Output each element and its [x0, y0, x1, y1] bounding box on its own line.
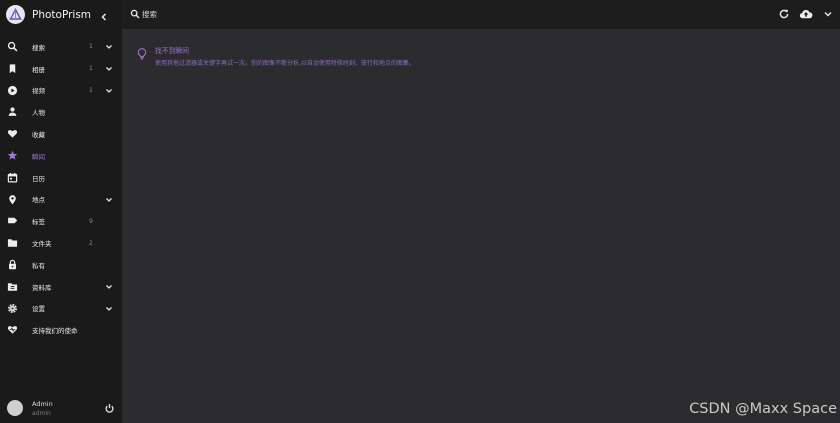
sidebar-item-label: 日历 [32, 174, 45, 183]
power-icon[interactable] [104, 403, 115, 414]
sidebar-item-count: 1 [89, 65, 93, 73]
sidebar-nav: 搜索 1 相册 1 视频 1 人物 收藏 瞬间 日历 地点 标签 9 文件夹 2… [0, 36, 122, 341]
chevron-down-icon[interactable] [105, 283, 113, 291]
watermark: CSDN @Maxx Space [689, 401, 837, 417]
sidebar-item-calendar[interactable]: 日历 [0, 167, 122, 189]
chevron-down-icon[interactable] [105, 65, 113, 73]
refresh-icon[interactable] [778, 8, 790, 20]
sidebar-item-search[interactable]: 搜索 1 [0, 36, 122, 58]
search-input[interactable] [142, 7, 442, 22]
bookmark-icon [9, 64, 16, 73]
sidebar-item-label: 视频 [32, 87, 45, 96]
sidebar-item-label: 收藏 [32, 131, 45, 140]
sidebar-item-label: 资料库 [32, 283, 52, 292]
chevron-down-icon[interactable] [105, 87, 113, 95]
lock-icon [9, 259, 16, 270]
cloud-upload-icon[interactable] [799, 8, 813, 20]
photoprism-logo-icon [6, 5, 25, 24]
sidebar-item-label: 标签 [32, 218, 45, 227]
notice-text: 使用其他过滤器或关键字再试一次。你的图像不断分析,以自动使用特殊时刻、旅行和地点… [155, 60, 415, 67]
play-circle-icon [7, 85, 18, 95]
chevron-down-icon[interactable] [105, 196, 113, 204]
gear-icon [8, 303, 17, 313]
heart-support-icon [7, 326, 18, 334]
chevron-down-icon[interactable] [822, 8, 834, 20]
search-icon [7, 41, 18, 52]
lightbulb-icon [137, 48, 147, 60]
heart-icon [7, 130, 18, 138]
sidebar-item-label: 人物 [32, 109, 45, 118]
chevron-down-icon[interactable] [105, 305, 113, 313]
folder-icon [7, 239, 18, 247]
sidebar-item-count: 2 [89, 239, 93, 247]
sidebar-item-labels[interactable]: 标签 9 [0, 210, 122, 232]
sidebar-item-count: 1 [89, 43, 93, 51]
avatar[interactable] [7, 400, 23, 416]
app-name: PhotoPrism [32, 8, 92, 21]
sidebar-item-count: 1 [89, 86, 93, 94]
sidebar-item-support[interactable]: 支持我们的使命 [0, 319, 122, 341]
library-icon [7, 283, 18, 291]
search-icon [130, 9, 140, 19]
user-panel[interactable]: Admin admin [0, 396, 122, 422]
sidebar-item-moments[interactable]: 瞬间 [0, 145, 122, 167]
sidebar-item-label: 瞬间 [32, 152, 45, 161]
notice-title: 找不到瞬间 [155, 47, 189, 55]
sidebar-item-private[interactable]: 私有 [0, 254, 122, 276]
calendar-icon [7, 172, 18, 183]
sidebar-item-label: 设置 [32, 305, 45, 314]
sidebar-item-label: 私有 [32, 261, 45, 270]
star-icon [7, 150, 18, 160]
sidebar-item-label: 地点 [32, 196, 45, 205]
top-toolbar [122, 0, 840, 29]
label-icon [8, 218, 18, 224]
map-pin-icon [9, 194, 16, 204]
sidebar-item-people[interactable]: 人物 [0, 101, 122, 123]
sidebar-item-label: 搜索 [32, 43, 45, 52]
sidebar-item-label: 支持我们的使命 [32, 327, 78, 336]
user-login: admin [32, 410, 51, 417]
person-icon [8, 107, 17, 117]
collapse-sidebar-chevron-left-icon[interactable] [98, 8, 110, 21]
user-name: Admin [32, 400, 53, 408]
sidebar-item-label: 相册 [32, 65, 45, 74]
sidebar-item-library[interactable]: 资料库 [0, 276, 122, 298]
sidebar-item-count: 9 [89, 217, 93, 225]
sidebar-item-favorites[interactable]: 收藏 [0, 123, 122, 145]
sidebar-item-albums[interactable]: 相册 1 [0, 58, 122, 80]
sidebar-item-label: 文件夹 [32, 240, 52, 249]
sidebar-item-folders[interactable]: 文件夹 2 [0, 232, 122, 254]
chevron-down-icon[interactable] [105, 43, 113, 51]
sidebar-item-settings[interactable]: 设置 [0, 298, 122, 320]
sidebar-item-videos[interactable]: 视频 1 [0, 80, 122, 102]
sidebar: PhotoPrism 搜索 1 相册 1 视频 1 人物 收藏 瞬间 日历 地点… [0, 0, 122, 423]
sidebar-item-places[interactable]: 地点 [0, 189, 122, 211]
